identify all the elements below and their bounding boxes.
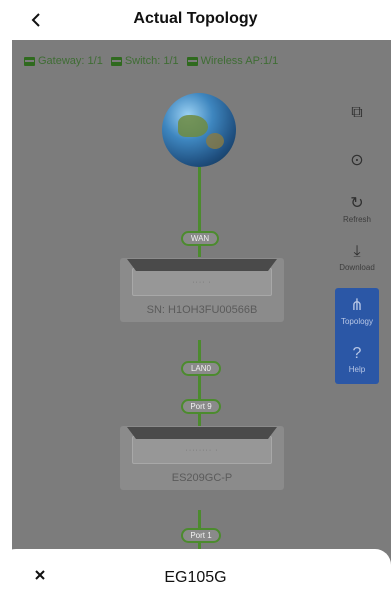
wan-port-label: WAN [181, 231, 219, 246]
lan-port-label: LAN0 [181, 361, 221, 376]
switch-count: Switch: 1/1 [110, 55, 179, 67]
page-title: Actual Topology [133, 10, 258, 27]
help-icon: ? [352, 345, 362, 362]
topology-icon: ⋔ [350, 297, 364, 314]
refresh-icon: ↻ [350, 195, 364, 212]
wireless-ap-icon [186, 56, 198, 66]
gateway-image: ···· · [132, 268, 272, 296]
locate-button[interactable]: ⊙ [335, 138, 379, 186]
topology-layer: Gateway: 1/1 Switch: 1/1 Wireless AP:1/1… [12, 40, 391, 603]
internet-globe-icon[interactable] [162, 93, 236, 167]
switch-icon [110, 56, 122, 66]
download-icon: ⤓ [353, 243, 361, 260]
port-9-label: Port 9 [181, 399, 221, 414]
topology-canvas[interactable]: Gateway: 1/1 Switch: 1/1 Wireless AP:1/1… [12, 40, 391, 603]
port-1-label: Port 1 [181, 528, 221, 543]
switch-device[interactable]: ········ · ES209GC-P [120, 426, 284, 490]
exit-fullscreen-button[interactable]: ⧉ [335, 90, 379, 138]
refresh-button[interactable]: ↻ Refresh [335, 186, 379, 234]
help-button[interactable]: ? Help [335, 336, 379, 384]
topology-button[interactable]: ⋔ Topology [335, 288, 379, 336]
exit-fullscreen-icon: ⧉ [351, 103, 363, 121]
device-counts: Gateway: 1/1 Switch: 1/1 Wireless AP:1/1 [24, 55, 278, 67]
canvas-toolbar: ⧉ ⊙ ↻ Refresh ⤓ Download ⋔ Topology ? He… [335, 90, 379, 384]
active-tool-group: ⋔ Topology ? Help [335, 288, 379, 384]
device-bottom-sheet: EG105G [0, 549, 391, 603]
wireless-ap-count: Wireless AP:1/1 [186, 55, 278, 67]
download-button[interactable]: ⤓ Download [335, 234, 379, 282]
sheet-title: EG105G [164, 569, 227, 586]
switch-model: ES209GC-P [171, 472, 233, 484]
header: Actual Topology [0, 0, 391, 40]
gateway-count: Gateway: 1/1 [24, 55, 103, 67]
locate-icon: ⊙ [350, 151, 364, 169]
gateway-sn: SN: H1OH3FU00566B [146, 304, 258, 316]
switch-image: ········ · [132, 436, 272, 464]
gateway-device[interactable]: ···· · SN: H1OH3FU00566B [120, 258, 284, 322]
gateway-icon [24, 56, 35, 66]
